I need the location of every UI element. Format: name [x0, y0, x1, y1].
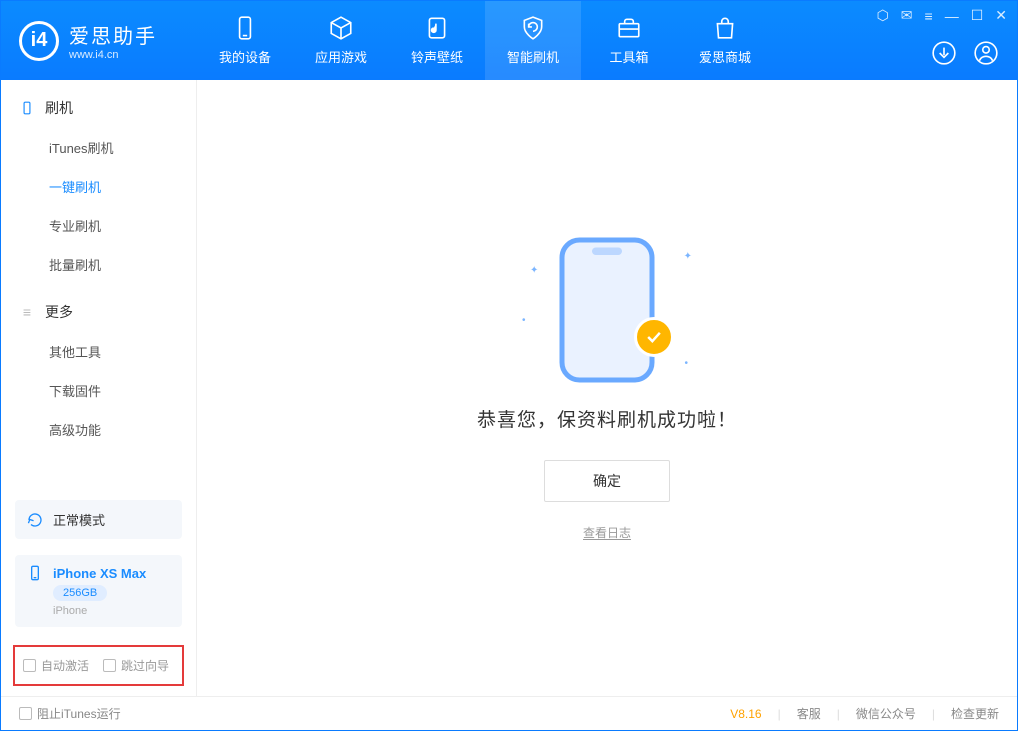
success-message: 恭喜您，保资料刷机成功啦！ — [477, 405, 737, 432]
bag-icon — [712, 15, 738, 41]
main-content: ✦ • ✦ • 恭喜您，保资料刷机成功啦！ 确定 查看日志 — [197, 80, 1017, 696]
nav-label: 工具箱 — [609, 47, 648, 66]
sidebar: 刷机 iTunes刷机 一键刷机 专业刷机 批量刷机 ≡ 更多 其他工具 下载固… — [1, 80, 197, 696]
list-icon: ≡ — [19, 304, 35, 320]
checkbox-label: 自动激活 — [41, 657, 89, 674]
nav-label: 应用游戏 — [315, 47, 367, 66]
nav-tab-tools[interactable]: 工具箱 — [581, 1, 677, 80]
checkbox-icon — [23, 659, 36, 672]
cube-icon — [328, 15, 354, 41]
checkbox-icon — [103, 659, 116, 672]
sidebar-item-pro[interactable]: 专业刷机 — [1, 206, 196, 245]
sidebar-item-advanced[interactable]: 高级功能 — [1, 410, 196, 449]
sidebar-group-more: ≡ 更多 — [1, 284, 196, 332]
sidebar-group-flash: 刷机 — [1, 80, 196, 128]
nav-label: 铃声壁纸 — [411, 47, 463, 66]
checkbox-label: 阻止iTunes运行 — [37, 705, 121, 722]
success-illustration: ✦ • ✦ • — [522, 235, 692, 375]
mode-label: 正常模式 — [53, 510, 105, 529]
maximize-button[interactable]: ☐ — [971, 7, 984, 24]
device-icon — [27, 565, 43, 581]
phone-outline-icon — [557, 235, 657, 385]
logo: i4 爱思助手 www.i4.cn — [1, 20, 197, 61]
sidebar-item-itunes[interactable]: iTunes刷机 — [1, 128, 196, 167]
checkbox-skip-guide[interactable]: 跳过向导 — [103, 657, 169, 674]
sidebar-group-label: 刷机 — [45, 98, 73, 118]
device-capacity: 256GB — [53, 585, 107, 601]
nav-tab-apps[interactable]: 应用游戏 — [293, 1, 389, 80]
refresh-icon — [27, 512, 43, 528]
shirt-icon[interactable]: ⬡ — [877, 7, 889, 24]
footer-link-update[interactable]: 检查更新 — [951, 705, 999, 722]
view-log-link[interactable]: 查看日志 — [583, 524, 631, 541]
checkbox-icon — [19, 707, 32, 720]
sparkle-icon: ✦ — [684, 251, 692, 262]
nav-tab-store[interactable]: 爱思商城 — [677, 1, 773, 80]
divider: | — [932, 707, 935, 721]
close-button[interactable]: ✕ — [995, 7, 1007, 24]
mode-card[interactable]: 正常模式 — [15, 500, 182, 539]
sidebar-item-firmware[interactable]: 下载固件 — [1, 371, 196, 410]
minimize-button[interactable]: — — [945, 8, 959, 24]
divider: | — [778, 707, 781, 721]
checkbox-auto-activate[interactable]: 自动激活 — [23, 657, 89, 674]
nav-tab-device[interactable]: 我的设备 — [197, 1, 293, 80]
app-body: 刷机 iTunes刷机 一键刷机 专业刷机 批量刷机 ≡ 更多 其他工具 下载固… — [1, 80, 1017, 696]
feedback-icon[interactable]: ✉ — [901, 7, 913, 24]
nav-tabs: 我的设备 应用游戏 铃声壁纸 智能刷机 工具箱 爱思商城 — [197, 1, 773, 80]
checkbox-label: 跳过向导 — [121, 657, 169, 674]
footer-link-support[interactable]: 客服 — [797, 705, 821, 722]
device-card[interactable]: iPhone XS Max 256GB iPhone — [15, 555, 182, 627]
nav-label: 爱思商城 — [699, 47, 751, 66]
app-url: www.i4.cn — [69, 49, 157, 61]
sidebar-item-batch[interactable]: 批量刷机 — [1, 245, 196, 284]
ok-button[interactable]: 确定 — [544, 460, 670, 502]
sidebar-item-oneclick[interactable]: 一键刷机 — [1, 167, 196, 206]
window-controls: ⬡ ✉ ≡ — ☐ ✕ — [877, 7, 1007, 24]
nav-tab-media[interactable]: 铃声壁纸 — [389, 1, 485, 80]
options-highlight-box: 自动激活 跳过向导 — [13, 645, 184, 686]
nav-tab-flash[interactable]: 智能刷机 — [485, 1, 581, 80]
sidebar-item-othertools[interactable]: 其他工具 — [1, 332, 196, 371]
sparkle-icon: • — [684, 358, 688, 369]
divider: | — [837, 707, 840, 721]
phone-icon — [232, 15, 258, 41]
sidebar-group-label: 更多 — [45, 302, 73, 322]
download-icon[interactable] — [931, 40, 957, 66]
nav-label: 智能刷机 — [507, 47, 559, 66]
note-icon — [424, 15, 450, 41]
device-type: iPhone — [53, 605, 87, 617]
status-bar: 阻止iTunes运行 V8.16 | 客服 | 微信公众号 | 检查更新 — [1, 696, 1017, 730]
sparkle-icon: ✦ — [530, 265, 538, 276]
header-action-icons — [931, 40, 999, 66]
shield-refresh-icon — [520, 15, 546, 41]
checkbox-block-itunes[interactable]: 阻止iTunes运行 — [19, 705, 121, 722]
check-badge-icon — [634, 317, 674, 357]
user-icon[interactable] — [973, 40, 999, 66]
version-label: V8.16 — [730, 707, 761, 721]
footer-link-wechat[interactable]: 微信公众号 — [856, 705, 916, 722]
app-header: i4 爱思助手 www.i4.cn 我的设备 应用游戏 铃声壁纸 智能刷机 工具… — [1, 1, 1017, 80]
menu-icon[interactable]: ≡ — [925, 8, 933, 24]
device-name: iPhone XS Max — [53, 566, 146, 581]
logo-icon: i4 — [19, 21, 59, 61]
nav-label: 我的设备 — [219, 47, 271, 66]
app-name: 爱思助手 — [69, 20, 157, 49]
sparkle-icon: • — [522, 315, 526, 326]
phone-small-icon — [19, 100, 35, 116]
toolbox-icon — [616, 15, 642, 41]
